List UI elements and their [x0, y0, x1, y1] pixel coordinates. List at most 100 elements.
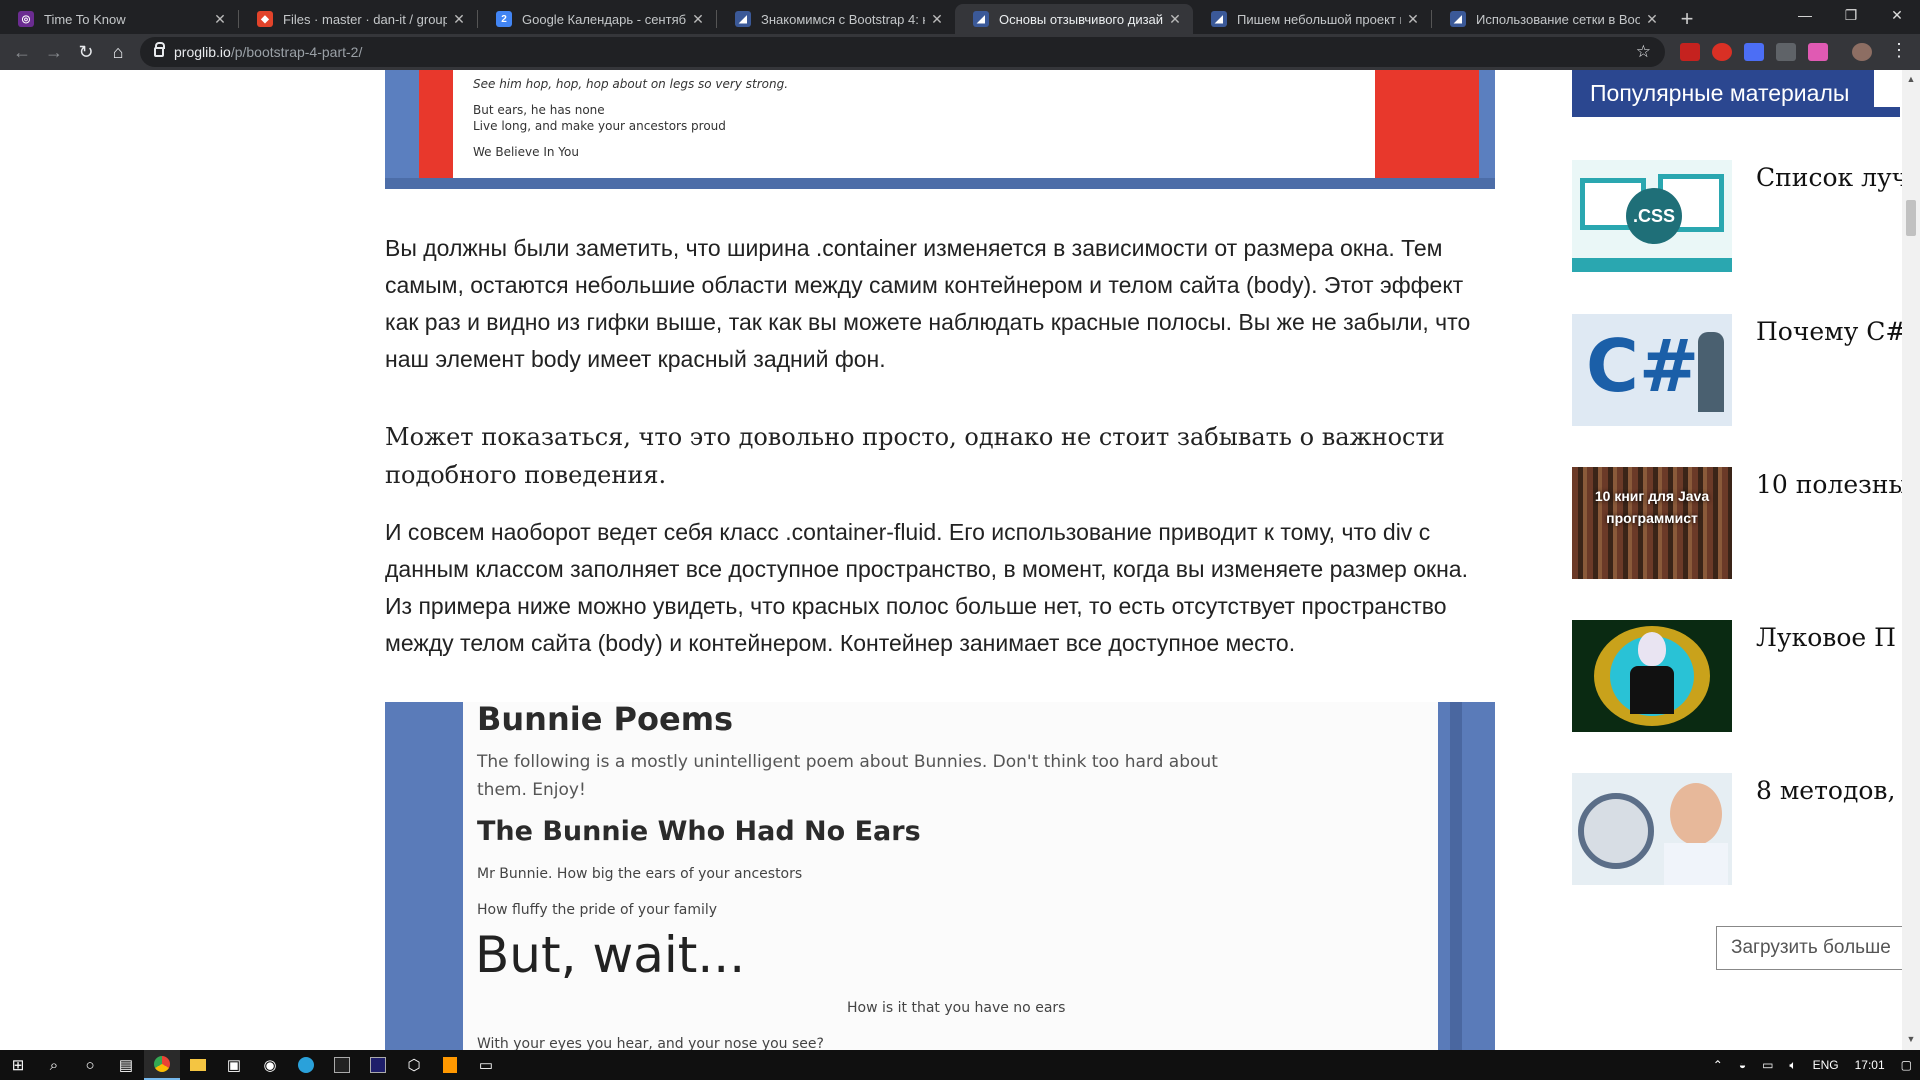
web-page: See him hop, hop, hop about on legs so v… — [0, 70, 1920, 1050]
close-window-icon[interactable]: ✕ — [1874, 0, 1920, 30]
back-icon[interactable]: ← — [6, 36, 38, 68]
image-side-strip — [1438, 702, 1495, 1050]
tab-favicon: ◢ — [1211, 11, 1227, 27]
browser-tab[interactable]: ◢ Пишем небольшой проект на B✕ — [1193, 4, 1431, 34]
tab-title: Пишем небольшой проект на B — [1237, 11, 1401, 27]
scroll-down-icon[interactable]: ▼ — [1905, 1034, 1917, 1046]
tab-title: Использование сетки в Bootstra — [1476, 11, 1640, 27]
container-fluid-demo: Bunnie Poems The following is a mostly u… — [463, 702, 1438, 1050]
cortana-icon[interactable]: ○ — [72, 1050, 108, 1080]
tab-close-icon[interactable]: ✕ — [212, 11, 228, 28]
scroll-thumb[interactable] — [1906, 200, 1916, 236]
new-tab-button[interactable]: + — [1670, 4, 1704, 34]
address-bar[interactable]: proglib.io/p/bootstrap-4-part-2/ ☆ — [140, 37, 1665, 67]
browser-tab[interactable]: ◢ Основы отзывчивого дизайна в✕ — [955, 4, 1193, 34]
ide-icon[interactable] — [360, 1050, 396, 1080]
clock[interactable]: 17:01 — [1855, 1058, 1885, 1072]
tab-close-icon[interactable]: ✕ — [1167, 11, 1183, 28]
tab-close-icon[interactable]: ✕ — [1405, 11, 1421, 28]
demo-line: How fluffy the pride of your family — [477, 902, 718, 918]
tab-title: Time To Know — [44, 11, 126, 27]
books-caption: 10 книг для Java программист — [1594, 488, 1710, 526]
notifications-icon[interactable]: ▢ — [1901, 1058, 1912, 1072]
demo-line: Mr Bunnie. How big the ears of your ance… — [477, 866, 803, 882]
forward-icon[interactable]: → — [38, 36, 70, 68]
chrome-alt-icon[interactable]: ◉ — [252, 1050, 288, 1080]
address-path: /p/bootstrap-4-part-2/ — [230, 44, 363, 60]
telegram-icon[interactable] — [288, 1050, 324, 1080]
home-icon[interactable]: ⌂ — [102, 36, 134, 68]
chrome-taskbar-icon[interactable] — [144, 1050, 180, 1080]
profile-avatar[interactable] — [1852, 43, 1872, 61]
language-indicator[interactable]: ENG — [1813, 1058, 1839, 1072]
poem-line: But ears, he has none — [473, 103, 605, 117]
reload-icon[interactable]: ↻ — [70, 36, 102, 68]
popular-item[interactable]: 8 методов, ты точно о проекта — [1572, 773, 1906, 885]
volume-icon[interactable]: 🔈︎ — [1789, 1058, 1796, 1073]
network-icon[interactable]: ◒ — [1739, 1058, 1746, 1072]
tab-title: Знакомимся с Bootstrap 4: нов — [761, 11, 925, 27]
tab-title: Files · master · dan-it / groups / f — [283, 11, 447, 27]
browser-tab[interactable]: 2 Google Календарь - сентябрь 20✕ — [478, 4, 716, 34]
menu-kebab-icon[interactable]: ⋮ — [1890, 40, 1908, 61]
popular-item[interactable]: C# Почему C# программисты будут нара — [1572, 314, 1906, 426]
article-paragraph: Вы должны были заметить, что ширина .con… — [385, 235, 1471, 372]
article-image-top: See him hop, hop, hop about on legs so v… — [385, 70, 1495, 189]
tab-close-icon[interactable]: ✕ — [690, 11, 706, 28]
download-extension-icon[interactable] — [1776, 43, 1796, 61]
tab-close-icon[interactable]: ✕ — [451, 11, 467, 28]
popular-item[interactable]: .CSS Список лучших фреймворков фронтенд- — [1572, 160, 1906, 272]
gmail-extension-icon[interactable] — [1680, 43, 1700, 61]
tab-strip: ◎ Time To Know ✕ ◆ Files · master · dan-it /… — [0, 0, 1920, 34]
tab-title: Основы отзывчивого дизайна в — [999, 11, 1163, 27]
bookmark-extension-icon[interactable] — [1744, 43, 1764, 61]
popular-item-title[interactable]: 10 полезных Java прогр русском яз — [1756, 469, 1906, 501]
store-icon[interactable]: ▣ — [216, 1050, 252, 1080]
browser-tab[interactable]: ◆ Files · master · dan-it / groups / f✕ — [239, 4, 477, 34]
restore-icon[interactable]: ❐ — [1828, 0, 1874, 30]
explorer-icon[interactable] — [180, 1050, 216, 1080]
popular-item-title[interactable]: Почему C# программисты будут нара — [1756, 316, 1906, 348]
demo-line: With your eyes you hear, and your nose y… — [477, 1036, 824, 1050]
tray-expand-icon[interactable]: ⌃ — [1713, 1058, 1723, 1072]
sublime-icon[interactable] — [432, 1050, 468, 1080]
popular-header: Популярные материалы — [1572, 70, 1900, 117]
scroll-up-icon[interactable]: ▲ — [1905, 74, 1917, 86]
remote-icon[interactable]: ▭ — [468, 1050, 504, 1080]
onion-thumbnail — [1572, 620, 1732, 732]
tab-title: Google Календарь - сентябрь 20 — [522, 11, 686, 27]
browser-tab[interactable]: ◢ Использование сетки в Bootstra✕ — [1432, 4, 1670, 34]
load-more-button[interactable]: Загрузить больше — [1716, 926, 1906, 970]
header-notch — [1874, 70, 1900, 107]
page-scrollbar[interactable]: ▲ ▼ — [1902, 70, 1920, 1050]
tab-close-icon[interactable]: ✕ — [1644, 11, 1660, 28]
notification-extension-icon[interactable] — [1712, 43, 1732, 61]
address-host: proglib.io — [174, 44, 231, 60]
clock-thumbnail — [1572, 773, 1732, 885]
windows-start-icon[interactable]: ⊞ — [0, 1050, 36, 1080]
tab-favicon: 2 — [496, 11, 512, 27]
color-extension-icon[interactable] — [1808, 43, 1828, 61]
tab-close-icon[interactable]: ✕ — [929, 11, 945, 28]
minimize-icon[interactable]: — — [1782, 0, 1828, 30]
popular-item-title[interactable]: Список лучших фреймворков фронтенд- — [1756, 162, 1906, 194]
task-view-icon[interactable]: ▤ — [108, 1050, 144, 1080]
popular-item-title[interactable]: 8 методов, ты точно о проекта — [1756, 775, 1906, 807]
popular-item-title[interactable]: Луковое П используе анонимно — [1756, 622, 1906, 654]
search-icon[interactable]: ⌕ — [36, 1050, 72, 1080]
tab-list: ◎ Time To Know ✕ ◆ Files · master · dan-it /… — [0, 4, 1670, 34]
webstorm-icon[interactable] — [324, 1050, 360, 1080]
css-badge: .CSS — [1626, 188, 1682, 244]
tab-favicon: ◆ — [257, 11, 273, 27]
bookmark-star-icon[interactable]: ☆ — [1636, 42, 1651, 62]
popular-item[interactable]: Луковое П используе анонимно — [1572, 620, 1906, 732]
browser-tab[interactable]: ◎ Time To Know ✕ — [0, 4, 238, 34]
article-lead: Может показаться, что это довольно прост… — [385, 423, 1445, 489]
battery-icon[interactable]: ▭ — [1762, 1058, 1773, 1072]
demo-intro: The following is a mostly unintelligent … — [477, 752, 1218, 800]
popular-item[interactable]: 10 книг для Java программист 10 полезных… — [1572, 467, 1906, 579]
image-bottom-edge — [385, 178, 1495, 189]
browser-tab[interactable]: ◢ Знакомимся с Bootstrap 4: нов✕ — [717, 4, 955, 34]
tab-favicon: ◢ — [973, 11, 989, 27]
cube-icon[interactable]: ⬡ — [396, 1050, 432, 1080]
